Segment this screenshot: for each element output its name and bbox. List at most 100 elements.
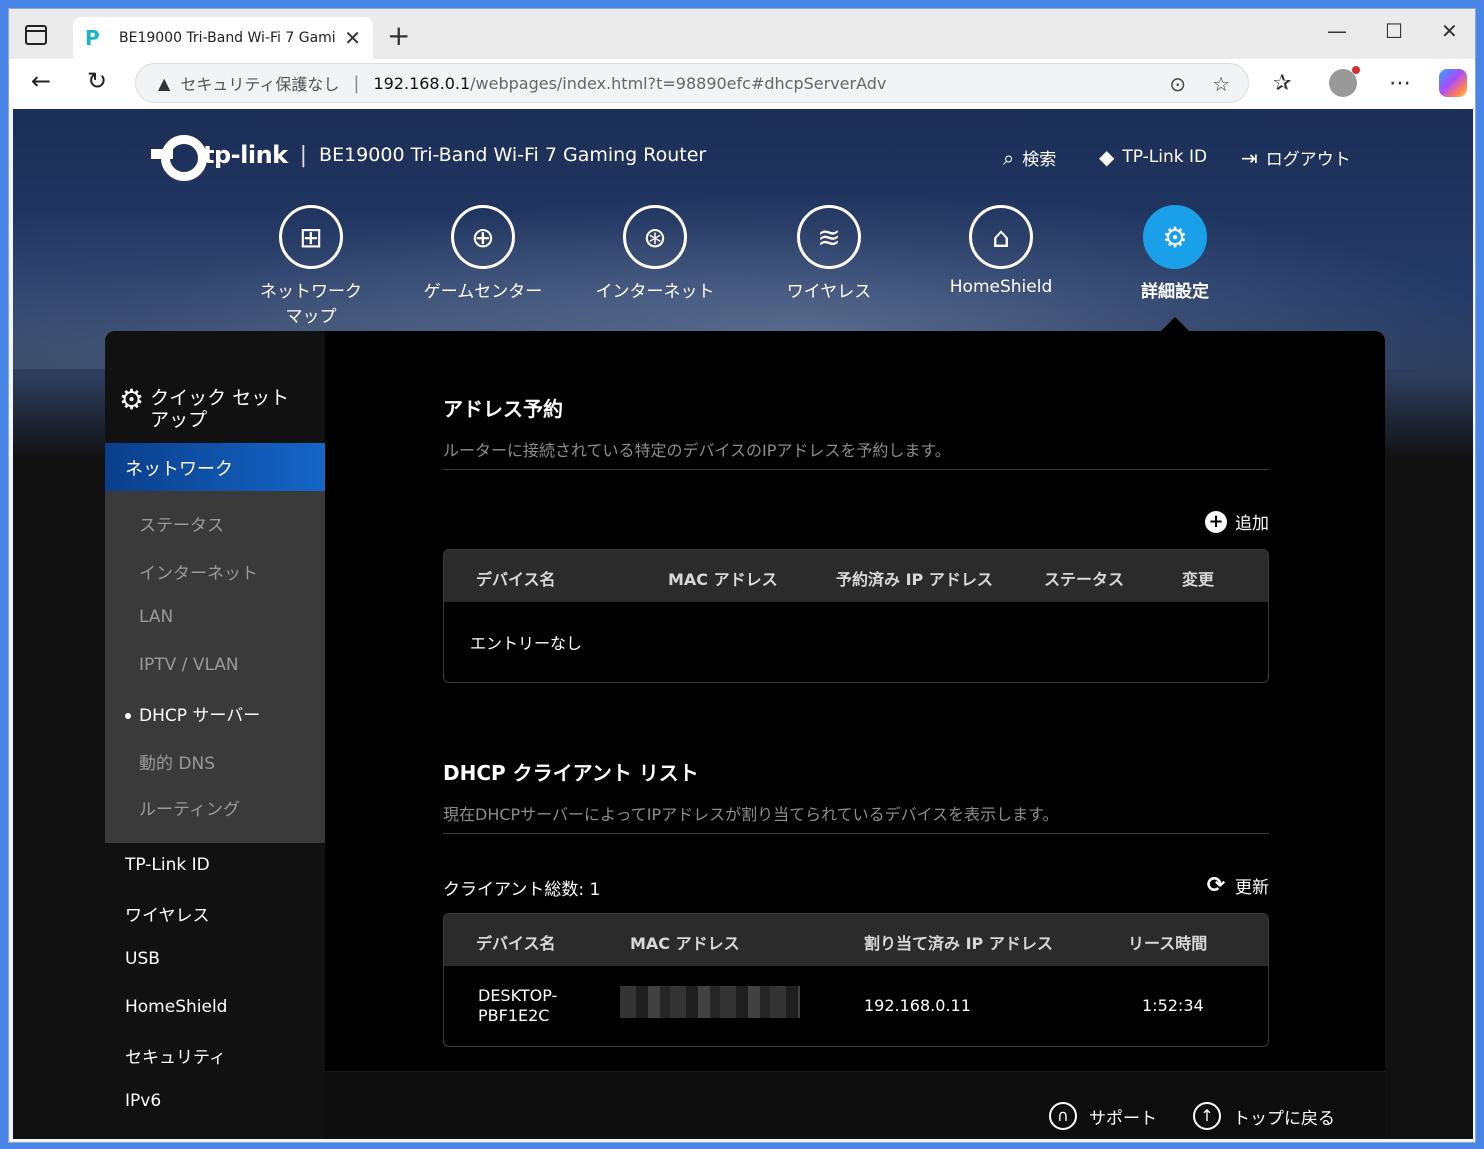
tplink-logo-icon xyxy=(151,133,207,181)
close-window-icon[interactable]: ✕ xyxy=(1441,19,1458,43)
tab-title: BE19000 Tri-Band Wi-Fi 7 Gaming xyxy=(119,30,337,46)
more-icon[interactable]: ⊙ xyxy=(1169,72,1186,96)
logout-label: ログアウト xyxy=(1265,150,1351,170)
nav-homeshield[interactable]: ⌂ HomeShield xyxy=(921,205,1081,297)
nav-internet[interactable]: ⊛ インターネット xyxy=(575,205,735,302)
nav-network-map[interactable]: ⊞ ネットワーク マップ xyxy=(231,205,391,327)
minimize-icon[interactable]: — xyxy=(1327,19,1347,43)
divider xyxy=(443,469,1269,470)
sidebar-item-homeshield[interactable]: HomeShield xyxy=(125,997,227,1017)
refresh-button[interactable]: ⟳ 更新 xyxy=(1205,873,1269,898)
nav-wireless[interactable]: ≋ ワイヤレス xyxy=(749,205,909,302)
sidebar-item-tplink-id[interactable]: TP-Link ID xyxy=(125,855,210,875)
copilot-icon[interactable] xyxy=(1439,69,1467,97)
add-label: 追加 xyxy=(1235,514,1269,534)
support-link[interactable]: ∩ サポート xyxy=(1049,1102,1157,1130)
star-icon[interactable]: ☆ xyxy=(1212,72,1230,96)
sidebar-item-label: アップ xyxy=(150,409,208,431)
wifi-icon: ≋ xyxy=(797,205,861,269)
nav-label: HomeShield xyxy=(949,277,1053,297)
client-count: クライアント総数: 1 xyxy=(443,880,601,900)
logout-link[interactable]: ⇥ ログアウト xyxy=(1241,145,1351,171)
url-host: 192.168.0.1 xyxy=(373,73,471,93)
ip-address-cell: 192.168.0.11 xyxy=(864,996,971,1015)
maximize-icon[interactable]: ☐ xyxy=(1385,19,1403,43)
menu-icon[interactable]: ⋯ xyxy=(1389,71,1411,96)
sidebar-item-dhcp-server[interactable]: DHCP サーバー xyxy=(125,701,260,726)
nav-label: インターネット xyxy=(595,282,715,302)
column-header: 予約済み IP アドレス xyxy=(836,570,993,589)
back-icon[interactable]: ← xyxy=(31,67,51,95)
active-nav-pointer xyxy=(1161,317,1189,331)
reservation-title: アドレス予約 xyxy=(443,397,563,421)
diamond-icon: ◆ xyxy=(1099,145,1115,169)
nav-label: マップ xyxy=(285,307,337,327)
nav-label: 詳細設定 xyxy=(1141,282,1209,302)
tplink-tab-icon: P xyxy=(85,26,100,50)
plus-circle-icon: + xyxy=(1205,510,1227,533)
sidebar-item-routing[interactable]: ルーティング xyxy=(139,795,240,820)
table-header: デバイス名 MAC アドレス 割り当て済み IP アドレス リース時間 xyxy=(444,914,1268,966)
gamepad-icon: ⊕ xyxy=(451,205,515,269)
device-name-line: PBF1E2C xyxy=(478,1006,550,1025)
sidebar: ⚙ クイック セット アップ ネットワーク ステータス インターネット LAN … xyxy=(105,331,325,1139)
mac-address-redacted xyxy=(620,986,800,1018)
support-label: サポート xyxy=(1089,1108,1157,1129)
column-header: ステータス xyxy=(1044,570,1125,589)
warning-icon: ▲ xyxy=(158,73,171,93)
url-separator: | xyxy=(353,72,360,94)
nav-label: ネットワーク xyxy=(260,282,362,302)
add-button[interactable]: + 追加 xyxy=(1205,509,1269,534)
tplink-id-link[interactable]: ◆ TP-Link ID xyxy=(1099,145,1207,169)
device-name-cell: DESKTOP- PBF1E2C xyxy=(478,986,557,1026)
reservation-desc: ルーターに接続されている特定のデバイスのIPアドレスを予約します。 xyxy=(443,441,951,460)
current-dot xyxy=(125,713,131,719)
client-list-title: DHCP クライアント リスト xyxy=(443,761,699,785)
client-table: デバイス名 MAC アドレス 割り当て済み IP アドレス リース時間 DESK… xyxy=(443,913,1269,1047)
favorites-icon[interactable]: ✰ xyxy=(1273,71,1291,96)
logout-icon: ⇥ xyxy=(1241,145,1258,170)
home-shield-icon: ⌂ xyxy=(969,205,1033,269)
nav-advanced[interactable]: ⚙ 詳細設定 xyxy=(1095,205,1255,302)
address-bar[interactable]: ▲ セキュリティ保護なし | 192.168.0.1 /webpages/ind… xyxy=(135,63,1249,103)
profile-icon[interactable] xyxy=(1329,66,1360,97)
search-link[interactable]: ⌕ 検索 xyxy=(1003,145,1057,171)
sidebar-item-label: クイック セット xyxy=(150,387,290,409)
sidebar-item-network[interactable]: ネットワーク xyxy=(105,443,325,491)
address-toolbar: ← ↻ ▲ セキュリティ保護なし | 192.168.0.1 /webpages… xyxy=(9,59,1475,109)
brand-name: tp-link xyxy=(203,141,288,169)
column-header: MAC アドレス xyxy=(630,934,740,953)
globe-icon: ⊛ xyxy=(623,205,687,269)
security-label[interactable]: セキュリティ保護なし xyxy=(180,71,339,95)
sidebar-item-internet[interactable]: インターネット xyxy=(139,559,258,584)
browser-tab[interactable]: P BE19000 Tri-Band Wi-Fi 7 Gaming ✕ xyxy=(73,17,373,59)
nav-label: ワイヤレス xyxy=(786,282,872,302)
sidebar-item-lan[interactable]: LAN xyxy=(139,607,173,627)
window-icon[interactable] xyxy=(25,25,47,45)
sidebar-item-iptv-vlan[interactable]: IPTV / VLAN xyxy=(139,655,239,675)
sidebar-item-status[interactable]: ステータス xyxy=(139,511,224,536)
reservation-table: デバイス名 MAC アドレス 予約済み IP アドレス ステータス 変更 エント… xyxy=(443,549,1269,683)
sidebar-item-usb[interactable]: USB xyxy=(125,949,160,969)
arrow-up-icon: ↑ xyxy=(1193,1102,1221,1130)
client-list-desc: 現在DHCPサーバーによってIPアドレスが割り当てられているデバイスを表示します… xyxy=(443,805,1059,824)
back-to-top-link[interactable]: ↑ トップに戻る xyxy=(1193,1102,1335,1130)
sidebar-item-dynamic-dns[interactable]: 動的 DNS xyxy=(139,749,215,774)
sidebar-item-quick-setup[interactable]: ⚙ クイック セット アップ xyxy=(119,386,290,432)
nav-game-center[interactable]: ⊕ ゲームセンター xyxy=(403,205,563,302)
refresh-icon[interactable]: ↻ xyxy=(87,67,107,95)
sidebar-item-security[interactable]: セキュリティ xyxy=(125,1043,226,1068)
refresh-icon: ⟳ xyxy=(1206,872,1226,898)
column-header: デバイス名 xyxy=(476,570,556,589)
sidebar-submenu: ステータス インターネット LAN IPTV / VLAN DHCP サーバー … xyxy=(105,491,325,843)
empty-entry-text: エントリーなし xyxy=(470,634,583,653)
headset-icon: ∩ xyxy=(1049,1102,1077,1130)
sidebar-item-wireless[interactable]: ワイヤレス xyxy=(125,901,210,926)
search-icon: ⌕ xyxy=(1003,145,1015,170)
search-label: 検索 xyxy=(1022,150,1057,170)
close-icon[interactable]: ✕ xyxy=(344,26,361,50)
sidebar-item-ipv6[interactable]: IPv6 xyxy=(125,1091,161,1111)
plus-icon[interactable]: + xyxy=(387,19,410,52)
brand-header: tp-link | BE19000 Tri-Band Wi-Fi 7 Gamin… xyxy=(151,133,706,181)
divider xyxy=(443,833,1269,834)
